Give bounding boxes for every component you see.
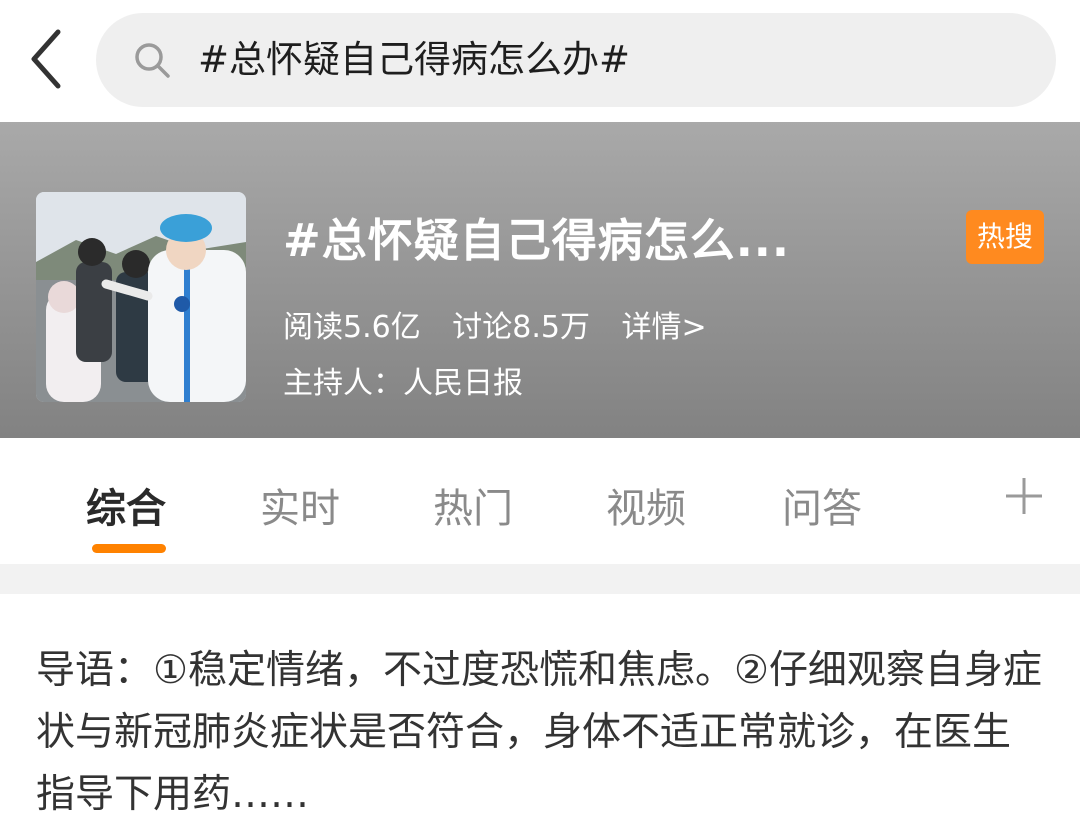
tab-video[interactable]: 视频 [606,476,686,534]
topic-host: 主持人：人民日报 [283,366,523,401]
discussion-count: 讨论8.5万 [452,310,590,345]
topic-intro: 导语：①稳定情绪，不过度恐慌和焦虑。②仔细观察自身症状与新冠肺炎症状是否符合，身… [36,648,1042,817]
back-button[interactable] [22,24,72,94]
topic-header: #总怀疑自己得病怎么... 热搜 阅读5.6亿 讨论8.5万 详情> 主持人：人… [0,122,1080,438]
topic-thumbnail[interactable] [36,192,246,402]
tab-bar: 综合 实时 热门 视频 问答 [0,438,1080,564]
active-tab-indicator [92,544,166,553]
add-tab-button[interactable] [1002,474,1046,518]
search-query[interactable]: #总怀疑自己得病怎么办# [198,13,630,107]
read-count: 阅读5.6亿 [283,310,421,345]
search-icon [135,43,170,78]
tab-realtime[interactable]: 实时 [260,476,340,534]
top-bar: #总怀疑自己得病怎么办# [0,0,1080,122]
tab-hot[interactable]: 热门 [433,476,513,534]
section-divider [0,564,1080,594]
details-link[interactable]: 详情> [622,310,707,345]
tab-qa[interactable]: 问答 [782,476,862,534]
topic-title: #总怀疑自己得病怎么... [283,214,790,267]
search-bar[interactable]: #总怀疑自己得病怎么办# [96,13,1056,107]
tab-comprehensive[interactable]: 综合 [86,476,166,534]
back-arrow-icon [31,29,61,89]
hot-search-badge: 热搜 [966,210,1044,264]
plus-icon [1006,478,1042,514]
thumbnail-photo-illustration [36,192,246,402]
topic-stats: 阅读5.6亿 讨论8.5万 详情> [283,302,729,346]
